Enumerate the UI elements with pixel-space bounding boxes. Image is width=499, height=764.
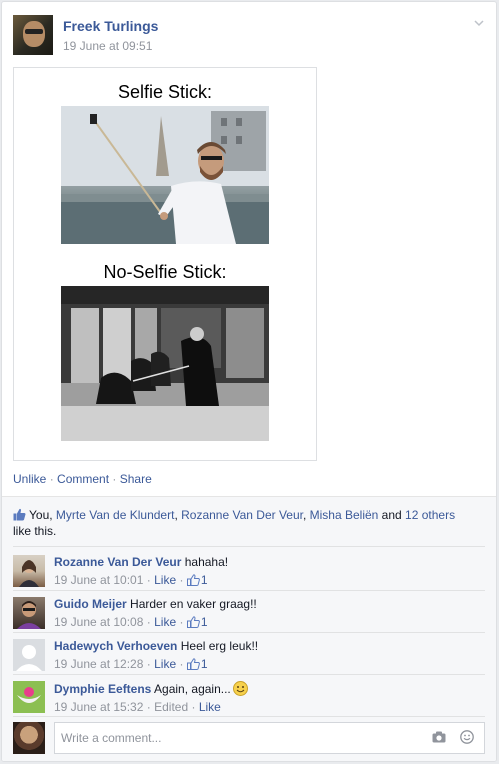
- smiley-emoji-icon: [232, 681, 248, 696]
- meta-separator: ·: [146, 700, 151, 714]
- meta-separator: ·: [146, 615, 151, 629]
- action-separator: ·: [49, 472, 54, 486]
- comment-link[interactable]: Comment: [57, 472, 109, 486]
- thumbs-up-icon: [13, 508, 26, 521]
- likes-comma: ,: [302, 508, 310, 522]
- meta-separator: ·: [179, 573, 184, 587]
- like-count-number: 1: [200, 573, 208, 587]
- comment-timestamp[interactable]: 19 June at 10:01: [54, 573, 143, 587]
- comment-like-count[interactable]: 1: [186, 615, 208, 629]
- divider: [13, 632, 485, 633]
- author-avatar[interactable]: [13, 15, 53, 55]
- likes-prefix: You,: [29, 508, 56, 522]
- divider: [13, 590, 485, 591]
- current-user-avatar[interactable]: [13, 722, 45, 754]
- comment-composer: [54, 722, 485, 754]
- emoji-icon[interactable]: [460, 730, 474, 744]
- post-actions: Unlike · Comment · Share: [13, 472, 152, 486]
- commenter-name[interactable]: Hadewych Verhoeven: [54, 639, 177, 653]
- camera-icon[interactable]: [432, 731, 446, 743]
- comment-text: hahaha!: [184, 555, 229, 569]
- chevron-down-icon[interactable]: [474, 18, 484, 28]
- comment-like-link[interactable]: Like: [154, 573, 176, 587]
- likes-and: and: [378, 508, 406, 522]
- selfie-stick-image: [61, 106, 269, 244]
- photo-caption-no-selfie-stick: No-Selfie Stick:: [103, 262, 227, 282]
- thumbs-up-icon: [186, 658, 200, 670]
- likes-suffix: like this.: [13, 524, 57, 538]
- comment-input[interactable]: [61, 723, 411, 753]
- comment-like-count[interactable]: 1: [186, 573, 208, 587]
- meta-separator: ·: [191, 700, 196, 714]
- commenter-avatar[interactable]: [13, 597, 45, 629]
- thumbs-up-icon: [186, 574, 200, 586]
- commenter-avatar[interactable]: [13, 681, 45, 713]
- comment-text: Harder en vaker graag!!: [130, 597, 257, 611]
- comment-like-count[interactable]: 1: [186, 657, 208, 671]
- commenter-name[interactable]: Guido Meijer: [54, 597, 127, 611]
- others-link[interactable]: 12 others: [405, 508, 455, 522]
- comment-text: Heel erg leuk!!: [180, 639, 259, 653]
- share-link[interactable]: Share: [120, 472, 152, 486]
- meta-separator: ·: [179, 615, 184, 629]
- post-card: Freek Turlings 19 June at 09:51 Selfie S…: [1, 1, 497, 762]
- meta-separator: ·: [146, 573, 151, 587]
- comment-like-link[interactable]: Like: [199, 700, 221, 714]
- meta-separator: ·: [179, 657, 184, 671]
- no-selfie-stick-image: [61, 286, 269, 441]
- comment-timestamp[interactable]: 19 June at 10:08: [54, 615, 143, 629]
- unlike-link[interactable]: Unlike: [13, 472, 46, 486]
- action-separator: ·: [112, 472, 117, 486]
- author-name[interactable]: Freek Turlings: [63, 18, 158, 34]
- likes-summary: You, Myrte Van de Klundert, Rozanne Van …: [13, 507, 483, 539]
- divider: [13, 546, 485, 547]
- divider: [13, 674, 485, 675]
- post-photo[interactable]: Selfie Stick: No-Selfie Stick:: [13, 67, 317, 461]
- comment-like-link[interactable]: Like: [154, 657, 176, 671]
- comment-timestamp[interactable]: 19 June at 12:28: [54, 657, 143, 671]
- post-timestamp[interactable]: 19 June at 09:51: [63, 39, 152, 53]
- commenter-avatar[interactable]: [13, 555, 45, 587]
- commenter-name[interactable]: Rozanne Van Der Veur: [54, 555, 181, 569]
- commenter-avatar[interactable]: [13, 639, 45, 671]
- commenter-name[interactable]: Dymphie Eeftens: [54, 682, 151, 696]
- edited-label[interactable]: Edited: [154, 700, 188, 714]
- divider: [13, 716, 485, 717]
- like-count-number: 1: [200, 615, 208, 629]
- thumbs-up-icon: [186, 616, 200, 628]
- comment-like-link[interactable]: Like: [154, 615, 176, 629]
- liker-name[interactable]: Rozanne Van Der Veur: [181, 508, 303, 522]
- liker-name[interactable]: Myrte Van de Klundert: [56, 508, 175, 522]
- comment-timestamp[interactable]: 19 June at 15:32: [54, 700, 143, 714]
- photo-caption-selfie-stick: Selfie Stick:: [117, 82, 213, 102]
- comment-text: Again, again...: [154, 682, 231, 696]
- like-count-number: 1: [200, 657, 208, 671]
- liker-name[interactable]: Misha Beliën: [310, 508, 379, 522]
- meta-separator: ·: [146, 657, 151, 671]
